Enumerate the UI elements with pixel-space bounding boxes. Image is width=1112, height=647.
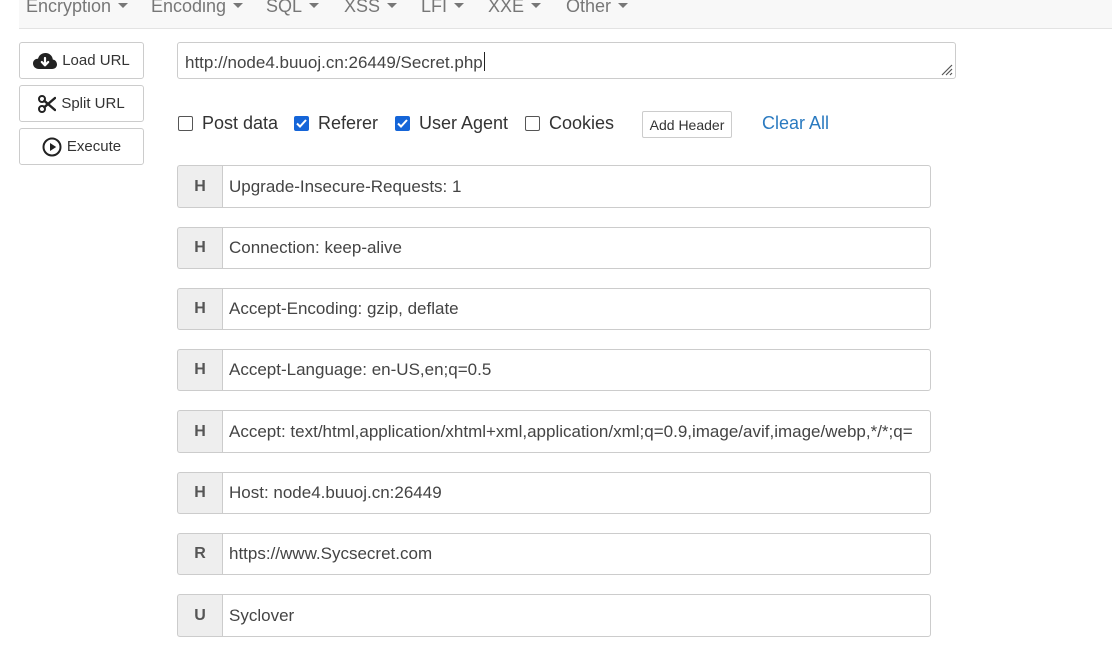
header-input[interactable]: Host: node4.buuoj.cn:26449: [222, 472, 931, 514]
header-row: H Upgrade-Insecure-Requests: 1: [177, 165, 931, 208]
header-row: H Accept-Language: en-US,en;q=0.5: [177, 349, 931, 391]
user-agent-checkbox[interactable]: User Agent: [395, 113, 508, 134]
user-agent-type-badge: U: [177, 594, 222, 637]
header-input[interactable]: Upgrade-Insecure-Requests: 1: [222, 165, 931, 208]
checkbox-unchecked-icon: [178, 116, 193, 131]
referer-label: Referer: [318, 113, 379, 133]
clear-all-link[interactable]: Clear All: [762, 113, 829, 134]
load-url-button[interactable]: Load URL: [19, 42, 144, 79]
header-type-badge: H: [177, 472, 222, 514]
execute-button[interactable]: Execute: [19, 128, 144, 165]
header-row: H Connection: keep-alive: [177, 227, 931, 269]
cloud-download-icon: [33, 52, 58, 70]
header-type-badge: H: [177, 165, 222, 208]
text-cursor: [483, 52, 485, 71]
split-url-label: Split URL: [61, 95, 125, 112]
user-agent-input[interactable]: Syclover: [222, 594, 931, 637]
referer-checkbox[interactable]: Referer: [294, 113, 378, 134]
post-data-label: Post data: [202, 113, 279, 133]
referer-input[interactable]: https://www.Sycsecret.com: [222, 533, 931, 575]
caret-down-icon: [309, 2, 320, 8]
split-url-button[interactable]: Split URL: [19, 85, 144, 122]
referer-type-badge: R: [177, 533, 222, 575]
menu-lfi[interactable]: LFI: [421, 0, 465, 17]
header-type-badge: H: [177, 410, 222, 453]
checkbox-checked-icon: [294, 116, 309, 131]
url-textarea[interactable]: http://node4.buuoj.cn:26449/Secret.php: [177, 42, 956, 79]
caret-down-icon: [118, 2, 129, 8]
load-url-label: Load URL: [62, 52, 130, 69]
header-input[interactable]: Connection: keep-alive: [222, 227, 931, 269]
menu-label: XXE: [488, 0, 525, 16]
header-type-badge: H: [177, 227, 222, 269]
header-input[interactable]: Accept-Encoding: gzip, deflate: [222, 288, 931, 330]
resize-grip-icon[interactable]: [939, 62, 953, 76]
menu-label: XSS: [344, 0, 381, 16]
checkbox-checked-icon: [395, 116, 410, 131]
checkbox-unchecked-icon: [525, 116, 540, 131]
cookies-checkbox[interactable]: Cookies: [525, 113, 614, 134]
menu-encoding[interactable]: Encoding: [151, 0, 244, 17]
cookies-label: Cookies: [549, 113, 615, 133]
menu-label: Other: [566, 0, 612, 16]
menu-sql[interactable]: SQL: [266, 0, 320, 17]
header-type-badge: H: [177, 288, 222, 330]
top-menu-bar: Encryption Encoding SQL XSS LFI XXE Othe…: [19, 0, 1112, 29]
menu-other[interactable]: Other: [566, 0, 629, 17]
header-type-badge: H: [177, 349, 222, 391]
header-row: H Accept-Encoding: gzip, deflate: [177, 288, 931, 330]
user-agent-label: User Agent: [419, 113, 509, 133]
url-value: http://node4.buuoj.cn:26449/Secret.php: [185, 53, 483, 72]
post-data-checkbox[interactable]: Post data: [178, 113, 278, 134]
caret-down-icon: [618, 2, 629, 8]
execute-label: Execute: [66, 138, 122, 155]
menu-label: LFI: [421, 0, 448, 16]
caret-down-icon: [233, 2, 244, 8]
referer-row: R https://www.Sycsecret.com: [177, 533, 931, 575]
caret-down-icon: [531, 2, 542, 8]
menu-label: SQL: [266, 0, 303, 16]
header-input[interactable]: Accept-Language: en-US,en;q=0.5: [222, 349, 931, 391]
user-agent-row: U Syclover: [177, 594, 931, 637]
menu-label: Encryption: [26, 0, 112, 16]
caret-down-icon: [454, 2, 465, 8]
caret-down-icon: [387, 2, 398, 8]
scissors-icon: [38, 94, 57, 113]
menu-encryption[interactable]: Encryption: [26, 0, 129, 17]
header-row: H Host: node4.buuoj.cn:26449: [177, 472, 931, 514]
header-row: H Accept: text/html,application/xhtml+xm…: [177, 410, 931, 453]
header-input[interactable]: Accept: text/html,application/xhtml+xml,…: [222, 410, 931, 453]
menu-label: Encoding: [151, 0, 227, 16]
menu-xxe[interactable]: XXE: [488, 0, 542, 17]
add-header-button[interactable]: Add Header: [642, 111, 732, 138]
play-circle-icon: [42, 137, 62, 157]
menu-xss[interactable]: XSS: [344, 0, 398, 17]
